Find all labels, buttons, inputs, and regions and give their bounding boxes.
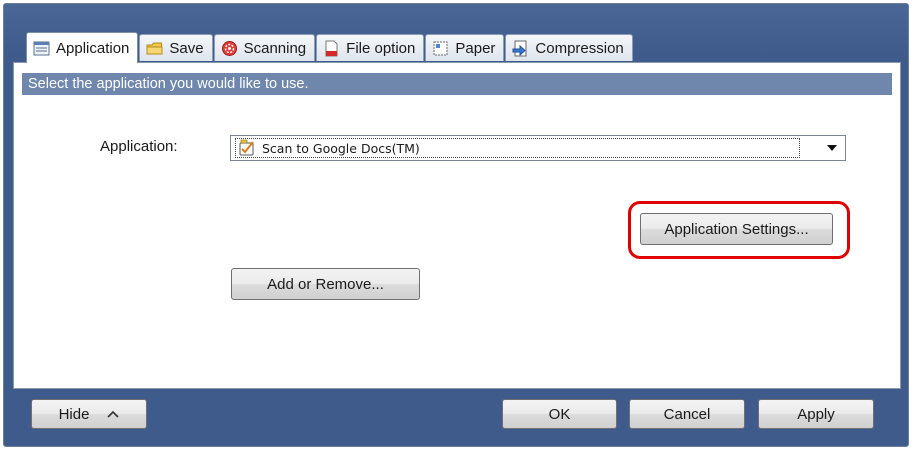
dropdown-selected-text: Scan to Google Docs(TM) (262, 140, 420, 156)
tab-application[interactable]: Application (26, 32, 139, 63)
cancel-button[interactable]: Cancel (629, 399, 745, 429)
dropdown-arrow-icon[interactable] (821, 138, 843, 158)
tab-save[interactable]: Save (139, 34, 213, 61)
instruction-banner: Select the application you would like to… (22, 73, 892, 95)
highlight-outline (628, 201, 850, 259)
tab-label: Scanning (243, 39, 307, 57)
add-or-remove-button[interactable]: Add or Remove... (231, 268, 420, 300)
google-docs-app-icon (238, 139, 256, 157)
tab-label: Compression (535, 39, 624, 57)
application-label: Application: (100, 138, 178, 155)
file-option-icon (323, 40, 340, 57)
tab-label: Paper (455, 39, 496, 57)
tab-label: Save (169, 39, 204, 57)
hide-button[interactable]: Hide (31, 399, 147, 429)
tab-compression[interactable]: Compression (505, 34, 633, 61)
chevron-up-icon (107, 410, 119, 418)
dialog-footer: Hide OK Cancel Apply (13, 393, 901, 439)
tab-label: Application (56, 39, 130, 57)
scan-settings-window: Application Save Scanning File option Pa… (3, 3, 909, 447)
tab-label: File option (346, 39, 416, 57)
paper-icon (432, 40, 449, 57)
tab-bar: Application Save Scanning File option Pa… (26, 32, 634, 63)
scanning-icon (221, 40, 238, 57)
ok-button[interactable]: OK (502, 399, 617, 429)
hide-button-label: Hide (58, 405, 90, 423)
dropdown-selected-item: Scan to Google Docs(TM) (235, 138, 800, 158)
application-dropdown[interactable]: Scan to Google Docs(TM) (230, 135, 846, 161)
tab-paper[interactable]: Paper (425, 34, 505, 61)
tab-scanning[interactable]: Scanning (213, 34, 316, 61)
compression-icon (512, 40, 529, 57)
application-icon (33, 40, 50, 57)
application-panel: Select the application you would like to… (13, 62, 901, 389)
tab-file-option[interactable]: File option (316, 34, 425, 61)
apply-button[interactable]: Apply (758, 399, 874, 429)
save-folder-icon (146, 40, 163, 57)
